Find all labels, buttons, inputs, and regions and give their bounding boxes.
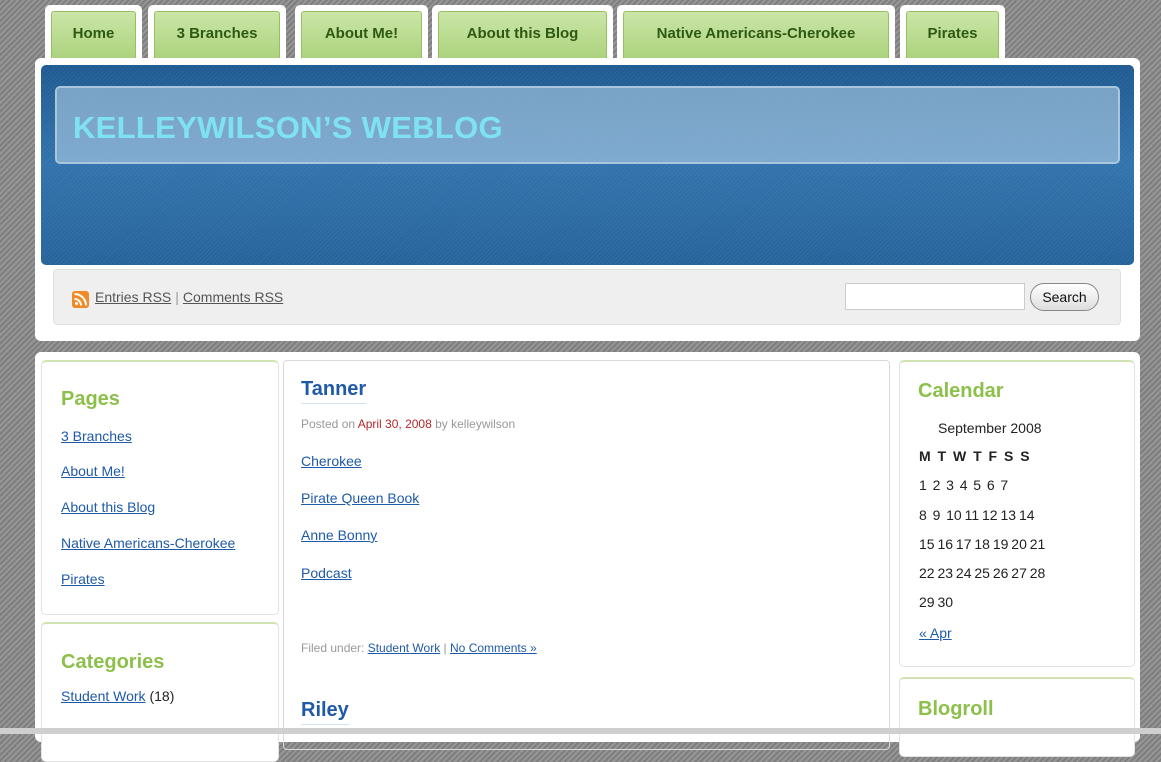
filed-prefix: Filed under: bbox=[301, 641, 365, 655]
calendar-title: Calendar bbox=[918, 380, 1004, 402]
blog-title[interactable]: KELLEYWILSON’S WEBLOG bbox=[73, 110, 503, 146]
filed-category-link[interactable]: Student Work bbox=[368, 641, 440, 655]
page-link-about-this-blog[interactable]: About this Blog bbox=[61, 499, 155, 515]
separator: | bbox=[443, 641, 447, 655]
post-link-anne-bonny[interactable]: Anne Bonny bbox=[301, 527, 377, 543]
post-link-podcast[interactable]: Podcast bbox=[301, 565, 352, 581]
pages-title: Pages bbox=[61, 388, 120, 410]
post-title-riley[interactable]: Riley bbox=[301, 699, 349, 725]
page-link-pirates[interactable]: Pirates bbox=[61, 571, 105, 587]
calendar-prev-month-link[interactable]: « Apr bbox=[919, 625, 952, 641]
tab-label: 3 Branches bbox=[154, 11, 280, 62]
rss-links: Entries RSS | Comments RSS bbox=[95, 289, 283, 305]
calendar-week-1: 1 2 3 4 5 6 7 bbox=[919, 477, 1009, 493]
tab-label: About this Blog bbox=[438, 11, 607, 62]
posts-column: Tanner Posted on April 30, 2008 by kelle… bbox=[283, 360, 890, 750]
categories-widget: Categories Student Work (18) bbox=[41, 622, 279, 762]
calendar-week-5: 29 30 bbox=[919, 594, 954, 610]
post-date: April 30, 2008 bbox=[357, 417, 432, 431]
calendar-week-4: 22 23 24 25 26 27 28 bbox=[919, 565, 1046, 581]
tab-3-branches[interactable]: 3 Branches bbox=[148, 5, 286, 62]
tab-label: Home bbox=[51, 11, 136, 62]
pages-widget: Pages 3 Branches About Me! About this Bl… bbox=[41, 360, 279, 615]
header-panel: KELLEYWILSON’S WEBLOG Entries RSS | Commen… bbox=[35, 58, 1140, 341]
rss-bar: Entries RSS | Comments RSS Search bbox=[53, 269, 1121, 325]
calendar-widget: Calendar September 2008 M T W T F S S 1 … bbox=[899, 360, 1135, 667]
comments-rss-link[interactable]: Comments RSS bbox=[183, 289, 283, 305]
blogroll-title: Blogroll bbox=[918, 698, 994, 720]
window-bottom-edge bbox=[0, 728, 1161, 734]
rss-icon[interactable] bbox=[72, 291, 89, 308]
tab-about-this-blog[interactable]: About this Blog bbox=[432, 5, 613, 62]
comments-link[interactable]: No Comments » bbox=[450, 641, 537, 655]
category-count: (18) bbox=[149, 688, 175, 704]
post-link-pirate-queen-book[interactable]: Pirate Queen Book bbox=[301, 490, 419, 506]
calendar-weekdays: M T W T F S S bbox=[919, 448, 1030, 464]
post-meta-prefix: Posted on bbox=[301, 417, 356, 431]
categories-title: Categories bbox=[61, 651, 165, 673]
tab-native-americans-cherokee[interactable]: Native Americans-Cherokee bbox=[617, 5, 895, 62]
post-meta: Posted on April 30, 2008 by kelleywilson bbox=[301, 417, 515, 431]
separator: | bbox=[175, 289, 179, 305]
tab-pirates[interactable]: Pirates bbox=[900, 5, 1005, 62]
page-link-3-branches[interactable]: 3 Branches bbox=[61, 428, 132, 444]
title-box: KELLEYWILSON’S WEBLOG bbox=[55, 86, 1120, 164]
category-link-student-work[interactable]: Student Work bbox=[61, 688, 146, 704]
tab-label: About Me! bbox=[301, 11, 422, 62]
category-item: Student Work (18) bbox=[61, 688, 174, 704]
blog-banner: KELLEYWILSON’S WEBLOG bbox=[41, 65, 1134, 265]
tab-home[interactable]: Home bbox=[45, 5, 142, 62]
calendar-week-2: 8 9 10 11 12 13 14 bbox=[919, 507, 1035, 523]
search-button[interactable]: Search bbox=[1030, 283, 1099, 311]
post-link-cherokee[interactable]: Cherokee bbox=[301, 453, 362, 469]
search-input[interactable] bbox=[845, 283, 1025, 310]
post-filed-under: Filed under: Student Work | No Comments … bbox=[301, 641, 537, 655]
content-panel: Pages 3 Branches About Me! About this Bl… bbox=[35, 352, 1140, 762]
post-author: by kelleywilson bbox=[435, 417, 516, 431]
entries-rss-link[interactable]: Entries RSS bbox=[95, 289, 171, 305]
calendar-month: September 2008 bbox=[938, 420, 1042, 436]
tab-label: Native Americans-Cherokee bbox=[623, 11, 889, 62]
calendar-week-3: 15 16 17 18 19 20 21 bbox=[919, 536, 1046, 552]
tab-label: Pirates bbox=[906, 11, 999, 62]
page-link-native-americans-cherokee[interactable]: Native Americans-Cherokee bbox=[61, 535, 235, 551]
tab-about-me[interactable]: About Me! bbox=[295, 5, 428, 62]
page-link-about-me[interactable]: About Me! bbox=[61, 463, 125, 479]
post-title-tanner[interactable]: Tanner bbox=[301, 378, 367, 404]
blogroll-widget: Blogroll bbox=[899, 677, 1135, 757]
